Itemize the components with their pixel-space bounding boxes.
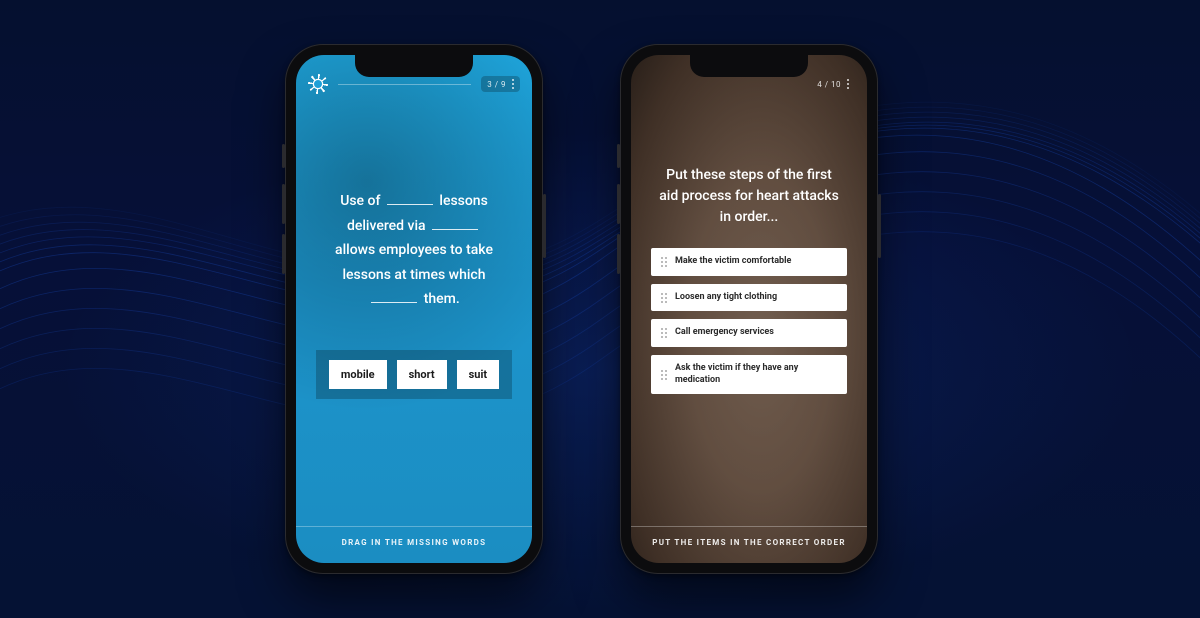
drag-handle-icon[interactable] bbox=[661, 328, 667, 338]
side-button bbox=[617, 144, 620, 168]
background-waves bbox=[0, 0, 1200, 618]
phone-notch bbox=[355, 55, 473, 77]
screen-fill-blanks: 3 / 9 Use of lessons delivered via allow… bbox=[296, 55, 532, 563]
order-item-label: Loosen any tight clothing bbox=[675, 292, 777, 304]
drag-handle-icon[interactable] bbox=[661, 293, 667, 303]
progress-text: 3 / 9 bbox=[487, 80, 506, 89]
side-button bbox=[617, 234, 620, 274]
order-item[interactable]: Ask the victim if they have any medicati… bbox=[651, 355, 847, 394]
prompt-text: delivered via bbox=[347, 218, 426, 234]
order-item-label: Call emergency services bbox=[675, 327, 774, 339]
progress-indicator: 3 / 9 bbox=[481, 76, 520, 92]
progress-indicator: 4 / 10 bbox=[811, 76, 855, 92]
order-item[interactable]: Call emergency services bbox=[651, 319, 847, 347]
order-item[interactable]: Make the victim comfortable bbox=[651, 248, 847, 276]
side-button bbox=[617, 184, 620, 224]
side-button bbox=[282, 234, 285, 274]
word-dock: mobile short suit bbox=[316, 350, 512, 399]
side-button bbox=[878, 194, 881, 258]
phone-notch bbox=[690, 55, 808, 77]
prompt-text: allows employees to take lessons at time… bbox=[335, 242, 493, 283]
word-chip[interactable]: short bbox=[397, 360, 447, 389]
blank-slot[interactable] bbox=[387, 191, 433, 205]
screen-order-steps: 4 / 10 Put these steps of the first aid … bbox=[631, 55, 867, 563]
phone-mockup-left: 3 / 9 Use of lessons delivered via allow… bbox=[285, 44, 543, 574]
order-list: Make the victim comfortable Loosen any t… bbox=[651, 248, 847, 394]
side-button bbox=[282, 184, 285, 224]
order-prompt: Put these steps of the first aid process… bbox=[651, 165, 847, 228]
prompt-text: Use of bbox=[340, 193, 380, 209]
kebab-icon[interactable] bbox=[847, 79, 849, 89]
instruction-footer: DRAG IN THE MISSING WORDS bbox=[296, 526, 532, 563]
blank-slot[interactable] bbox=[371, 289, 417, 303]
fill-blanks-prompt: Use of lessons delivered via allows empl… bbox=[316, 189, 512, 312]
side-button bbox=[543, 194, 546, 258]
prompt-text: lessons bbox=[439, 193, 487, 209]
drag-handle-icon[interactable] bbox=[661, 370, 667, 380]
phone-mockup-right: 4 / 10 Put these steps of the first aid … bbox=[620, 44, 878, 574]
order-item-label: Ask the victim if they have any medicati… bbox=[675, 363, 837, 386]
blank-slot[interactable] bbox=[432, 216, 478, 230]
prompt-text: them. bbox=[424, 291, 460, 307]
instruction-footer: PUT THE ITEMS IN THE CORRECT ORDER bbox=[631, 526, 867, 563]
order-item-label: Make the victim comfortable bbox=[675, 256, 791, 268]
order-item[interactable]: Loosen any tight clothing bbox=[651, 284, 847, 312]
word-chip[interactable]: mobile bbox=[329, 360, 387, 389]
side-button bbox=[282, 144, 285, 168]
kebab-icon[interactable] bbox=[512, 79, 514, 89]
word-chip[interactable]: suit bbox=[457, 360, 499, 389]
topbar-divider bbox=[338, 84, 471, 85]
drag-handle-icon[interactable] bbox=[661, 257, 667, 267]
progress-text: 4 / 10 bbox=[817, 80, 841, 89]
gear-icon[interactable] bbox=[308, 74, 328, 94]
